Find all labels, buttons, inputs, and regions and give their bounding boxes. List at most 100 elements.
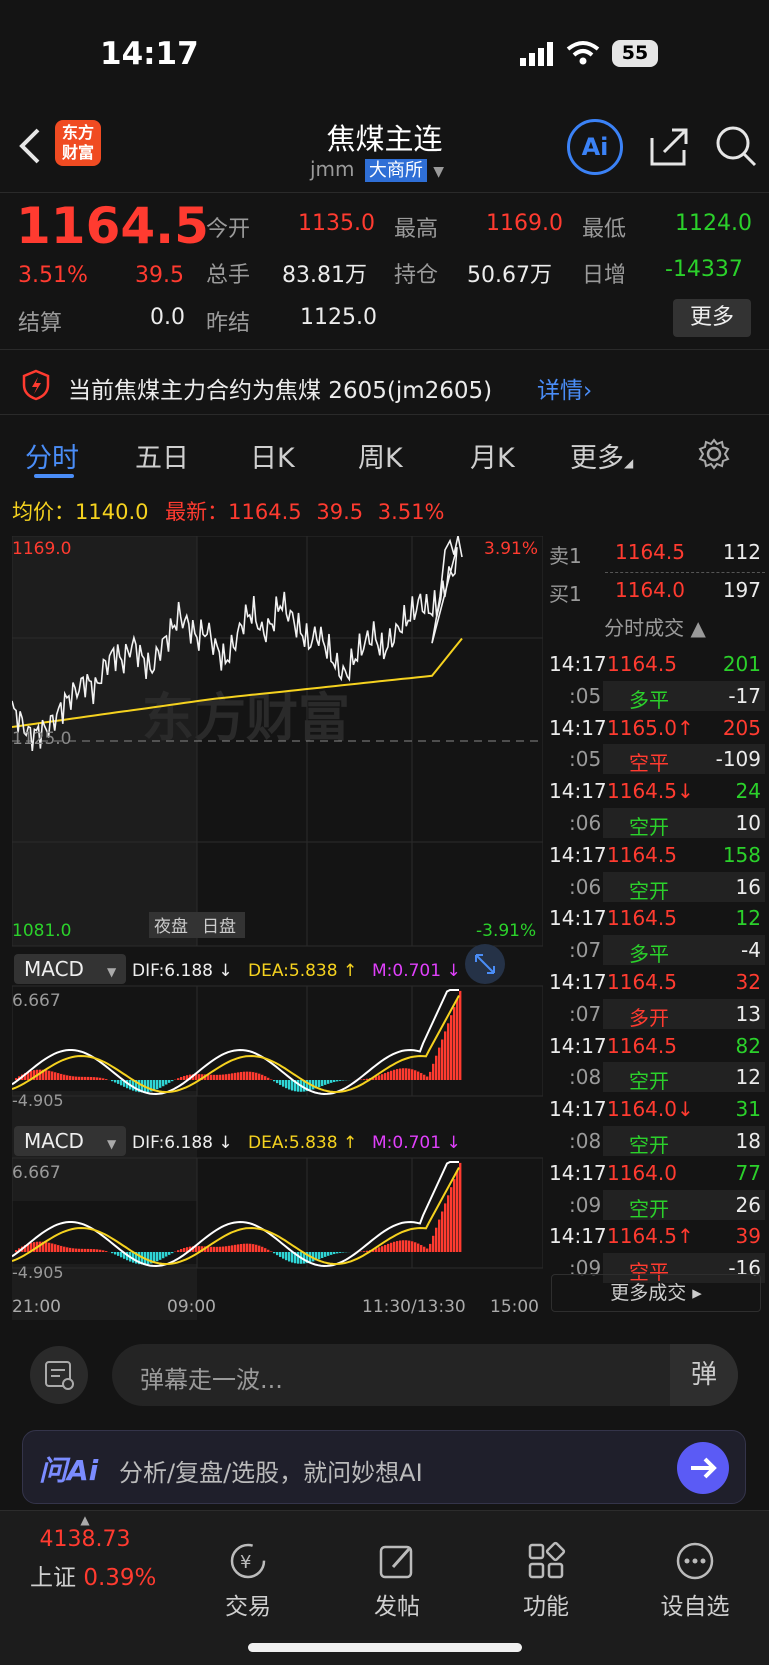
ai-button[interactable]: Ai	[567, 119, 623, 175]
macd-bar	[324, 1252, 327, 1257]
tab-weekly-k[interactable]: 周K	[358, 436, 403, 475]
macd-bar	[96, 1077, 99, 1080]
macd-bar	[246, 1071, 249, 1080]
trade-row: :09 空开 26	[545, 1189, 765, 1221]
nav-function[interactable]: 功能	[491, 1541, 601, 1621]
trade-price: 1164.0↓	[607, 1097, 694, 1122]
danmu-settings-button[interactable]	[30, 1346, 88, 1404]
macd-bar	[399, 1240, 402, 1252]
x-tick-2100: 21:00	[12, 1297, 61, 1317]
macd-bar	[240, 1243, 243, 1252]
settings-icon[interactable]	[698, 438, 730, 474]
tab-five-day[interactable]: 五日	[135, 436, 189, 475]
macd-bar	[339, 1252, 342, 1253]
bid1-volume: 197	[722, 578, 761, 602]
macd-bar	[249, 1071, 252, 1080]
inc-label: 日增	[582, 263, 627, 288]
share-icon[interactable]	[648, 126, 690, 172]
macd-bar	[243, 1243, 246, 1252]
macd-bar	[99, 1077, 102, 1080]
ai-assistant-bar[interactable]: 问Ai 分析/复盘/选股，就问妙想AI	[22, 1430, 746, 1504]
home-indicator	[248, 1643, 522, 1652]
notice-bar[interactable]: 当前焦煤主力合约为焦煤 2605(jm2605) 详情›	[0, 355, 769, 415]
macd-bar	[87, 1248, 90, 1252]
trade-time: 14:17	[549, 652, 607, 676]
macd1-dropdown-icon: ▼	[107, 965, 117, 979]
arrow-right-icon	[691, 1457, 717, 1479]
tab-daily-k[interactable]: 日K	[250, 436, 295, 475]
macd-bar	[219, 1246, 222, 1252]
tab-monthly-k[interactable]: 月K	[470, 436, 515, 475]
trade-volume: 12	[735, 906, 761, 931]
trade-price: 1164.0	[607, 1160, 677, 1185]
macd-bar	[177, 1250, 180, 1252]
pct-max-label: 3.91%	[484, 539, 538, 559]
macd-bar	[387, 1243, 390, 1252]
macd-bar	[78, 1248, 81, 1252]
oi-value: 50.67万	[467, 263, 552, 288]
danmu-toggle-button[interactable]: 弹	[670, 1344, 738, 1406]
macd-bar	[429, 1243, 432, 1252]
macd-bar	[75, 1248, 78, 1252]
more-trades-button[interactable]: 更多成交 ▸	[551, 1274, 761, 1312]
nav-post[interactable]: 发帖	[342, 1541, 452, 1621]
macd-bar	[411, 1069, 414, 1080]
macd-bar	[216, 1074, 219, 1080]
macd1-m: M:0.701 ↓	[372, 961, 461, 981]
trade-price: 空平	[629, 751, 669, 776]
trade-price: 1164.5	[607, 970, 677, 994]
code-line[interactable]: jmm 大商所 ▼	[310, 156, 444, 182]
macd-bar	[393, 1069, 396, 1080]
nav-watchlist[interactable]: 设自选	[640, 1541, 750, 1621]
more-dots-icon	[676, 1542, 714, 1580]
macd-bar	[336, 1252, 339, 1254]
active-tab-indicator	[34, 474, 74, 478]
index-ticker[interactable]: ▲ 4138.73 上证 0.39%	[30, 1513, 156, 1592]
y-min-label: 1081.0	[12, 921, 71, 941]
tab-more[interactable]: 更多◢	[570, 436, 633, 475]
nav-trade-label: 交易	[225, 1594, 271, 1620]
tab-more-label: 更多	[570, 443, 624, 474]
notice-detail-link[interactable]: 详情›	[537, 371, 592, 405]
prev-settle-value: 1125.0	[300, 305, 377, 330]
macd-bar	[420, 1245, 423, 1252]
trades-title[interactable]: 分时成交 ▲	[545, 612, 765, 641]
macd-bar	[90, 1076, 93, 1080]
trade-price: 1164.5	[607, 906, 677, 931]
battery-icon: 55	[612, 40, 658, 67]
macd-bar	[429, 1071, 432, 1080]
macd-bar	[438, 1219, 441, 1252]
intraday-chart[interactable]: 东方财富 1169.0 1125.0 1081.0 3.91% -3.91% 夜…	[11, 535, 544, 1374]
danmu-input[interactable]: 弹幕走一波... 弹	[112, 1344, 738, 1406]
trade-price: 空开	[629, 1069, 669, 1094]
settle-value: 0.0	[150, 305, 185, 330]
nav-trade[interactable]: ¥ 交易	[193, 1541, 303, 1621]
search-icon[interactable]	[714, 124, 758, 172]
macd-bar	[342, 1080, 345, 1081]
macd1-name: MACD	[24, 957, 84, 981]
macd-bar	[84, 1076, 87, 1080]
macd-bar	[405, 1068, 408, 1080]
trade-price: 1164.5	[607, 1033, 677, 1058]
macd-bar	[255, 1072, 258, 1080]
more-button[interactable]: 更多	[673, 299, 751, 337]
ai-go-button[interactable]	[677, 1442, 729, 1494]
macd-bar	[279, 1252, 282, 1257]
trade-price: 空开	[629, 815, 669, 839]
macd-bar	[450, 1187, 453, 1252]
macd-bar	[228, 1245, 231, 1252]
trade-volume: 12	[735, 1065, 761, 1090]
ask1-row: 卖1 1164.5 112	[545, 536, 765, 568]
macd-bar	[162, 1252, 165, 1259]
trade-time: :06	[569, 811, 602, 835]
trade-time: 14:17	[549, 1033, 607, 1058]
tab-intraday[interactable]: 分时	[25, 436, 79, 475]
macd-bar	[51, 1243, 54, 1252]
macd-bar	[105, 1079, 108, 1080]
macd2-top: 6.667	[12, 1163, 61, 1183]
macd-bar	[432, 1235, 435, 1252]
trade-price: 多开	[629, 1005, 669, 1030]
macd-bar	[156, 1080, 159, 1090]
macd-bar	[255, 1244, 258, 1252]
macd-bar	[402, 1240, 405, 1252]
